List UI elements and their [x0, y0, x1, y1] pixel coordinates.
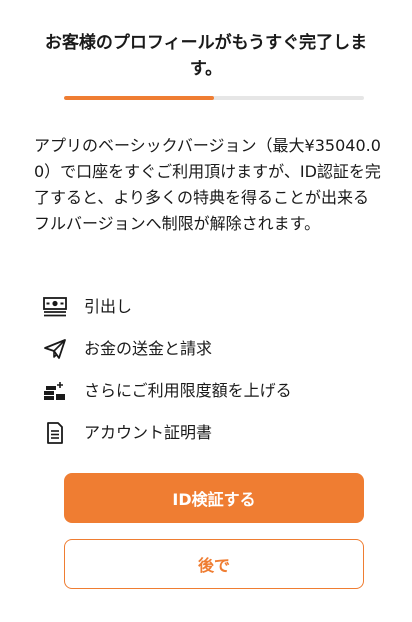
feature-label: お金の送金と請求 — [84, 339, 213, 358]
feature-label: 引出し — [84, 297, 133, 316]
later-button[interactable]: 後で — [64, 539, 364, 589]
paper-plane-icon — [42, 336, 68, 362]
feature-item-account-statement: アカウント証明書 — [42, 412, 382, 454]
feature-item-raise-limit: さらにご利用限度額を上げる — [42, 370, 382, 412]
feature-list: 引出し お金の送金と請求 さらにご利用限度額を上げる アカウント証明書 — [42, 286, 382, 454]
feature-item-send-request: お金の送金と請求 — [42, 328, 382, 370]
page-title: お客様のプロフィールがもうすぐ完了します。 — [44, 33, 368, 79]
feature-item-withdrawal: 引出し — [42, 286, 382, 328]
cash-icon — [42, 294, 68, 320]
feature-label: さらにご利用限度額を上げる — [84, 381, 292, 400]
profile-progress-bar — [64, 96, 364, 100]
verify-id-button[interactable]: ID検証する — [64, 473, 364, 523]
document-icon — [42, 420, 68, 446]
progress-fill — [64, 96, 214, 100]
verification-prompt-screen: お客様のプロフィールがもうすぐ完了します。 アプリのベーシックバージョン（最大¥… — [0, 0, 412, 622]
stacked-coins-icon — [42, 378, 68, 404]
feature-label: アカウント証明書 — [84, 423, 213, 442]
description-text: アプリのベーシックバージョン（最大¥35040.00）で口座をすぐご利用頂けます… — [34, 136, 381, 233]
